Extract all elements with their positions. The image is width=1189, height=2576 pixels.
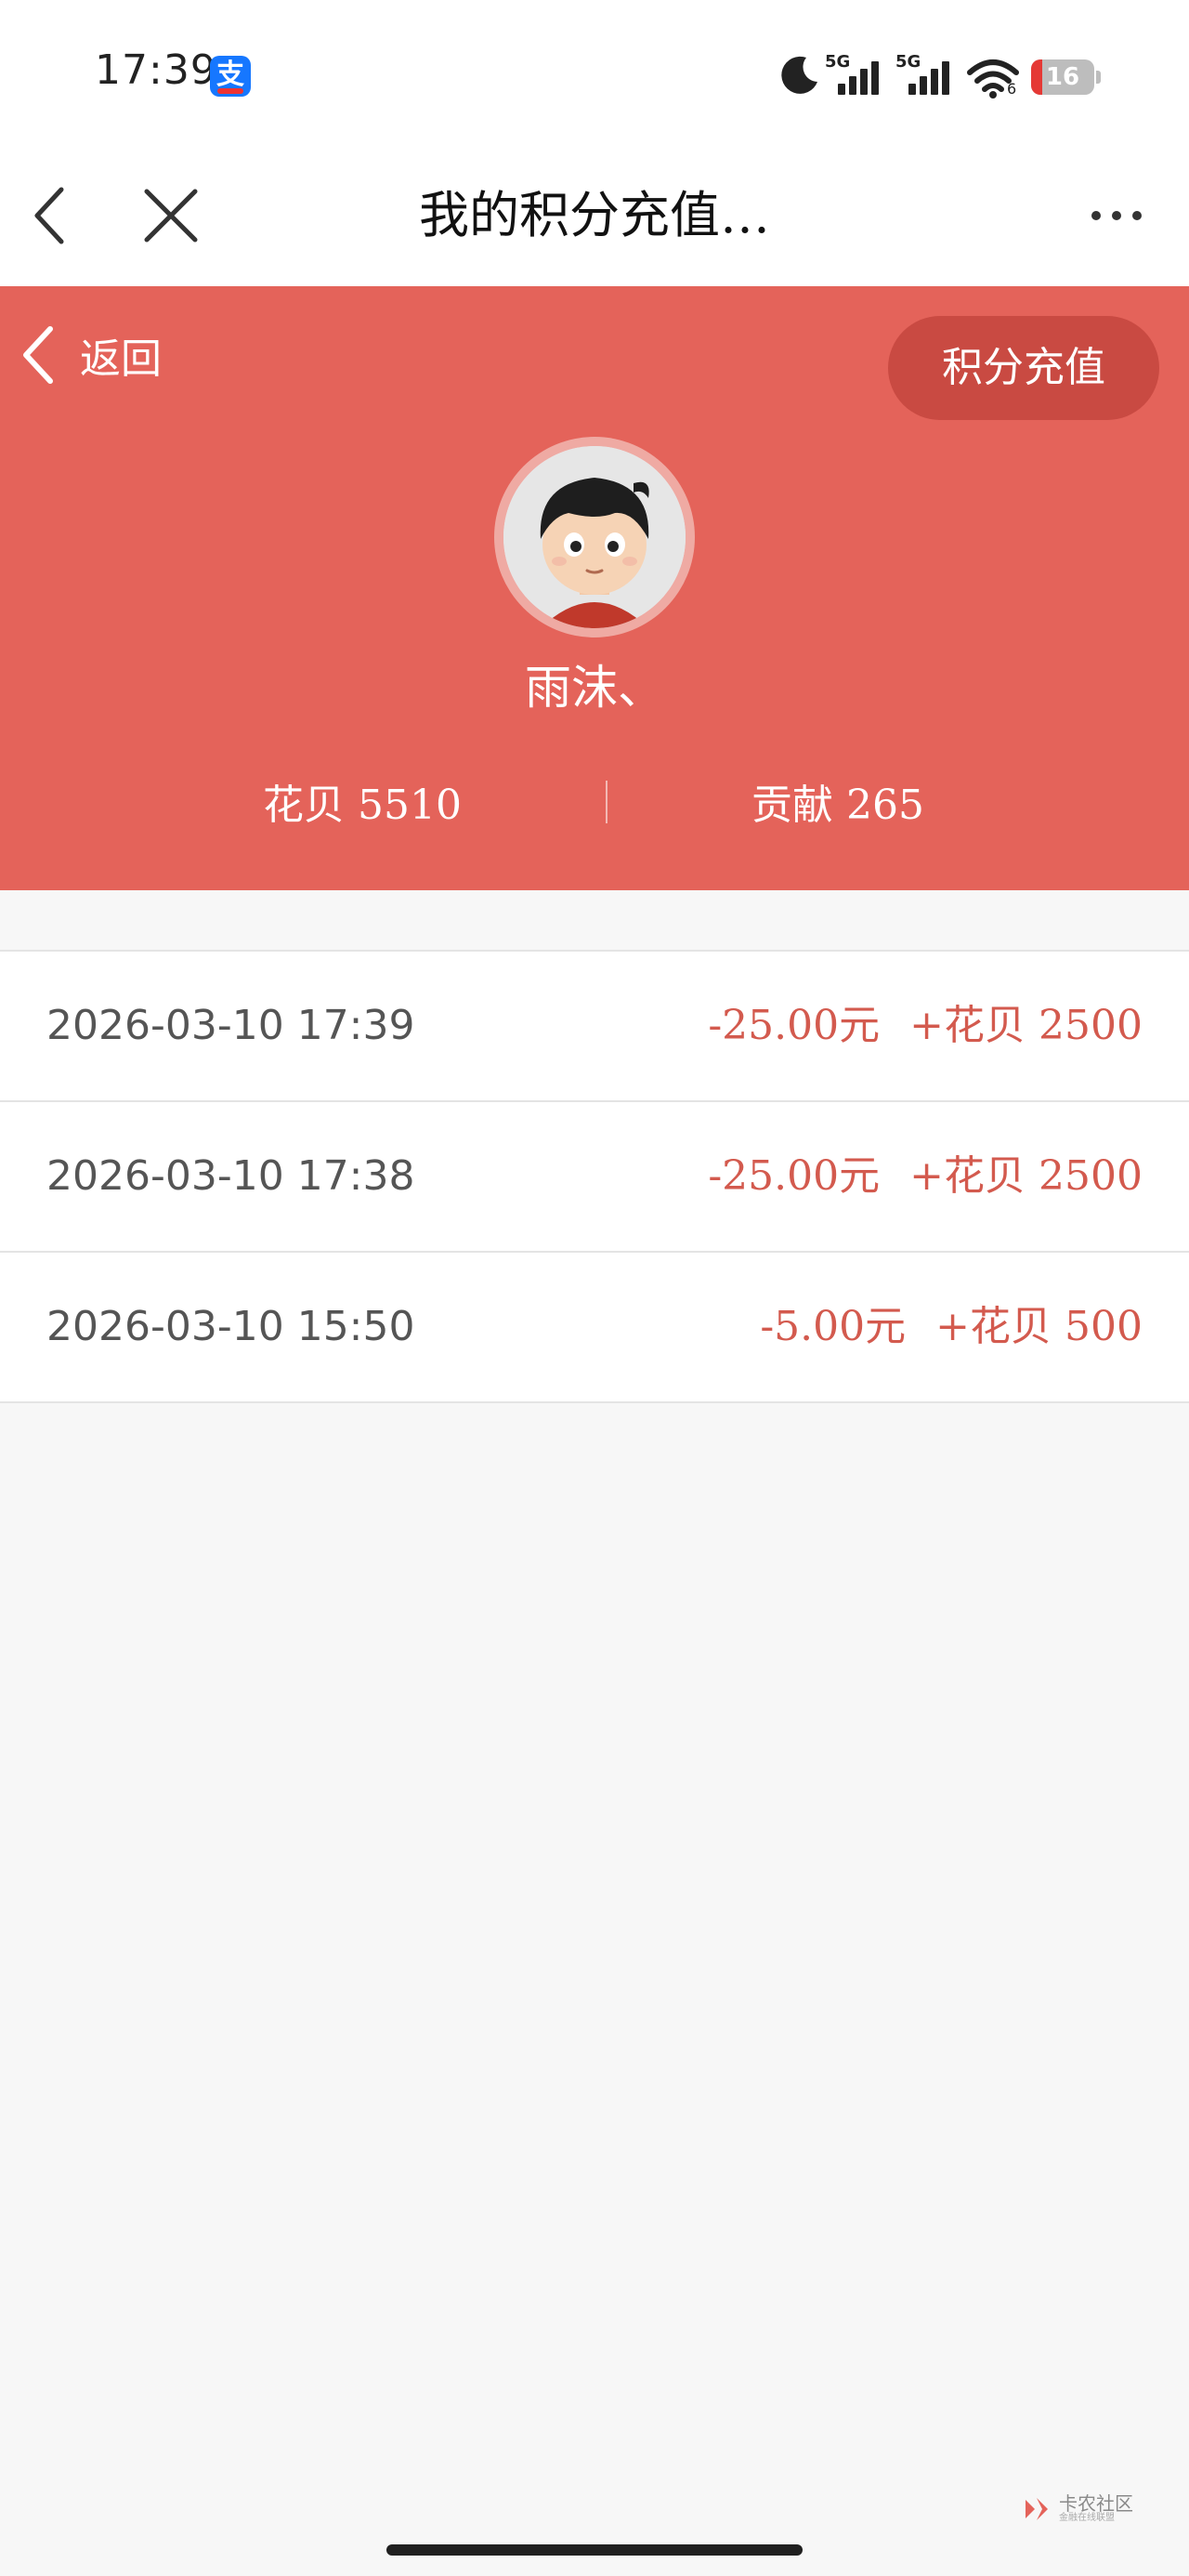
kanong-logo-icon bbox=[1026, 2498, 1048, 2520]
record-money: -5.00元 bbox=[760, 1303, 907, 1350]
recharge-record-list: 2026-03-10 17:39 -25.00元 +花贝 2500 2026-03… bbox=[0, 950, 1189, 1403]
record-datetime: 2026-03-10 15:50 bbox=[46, 1303, 415, 1350]
record-amount: -25.00元 +花贝 2500 bbox=[708, 1102, 1143, 1251]
cartoon-boy-avatar-icon bbox=[503, 446, 686, 628]
list-item[interactable]: 2026-03-10 17:39 -25.00元 +花贝 2500 bbox=[0, 952, 1189, 1102]
record-datetime: 2026-03-10 17:39 bbox=[46, 1002, 415, 1049]
cellular-signal-2-icon: 5G bbox=[895, 52, 949, 99]
list-item[interactable]: 2026-03-10 17:38 -25.00元 +花贝 2500 bbox=[0, 1102, 1189, 1253]
back-label: 返回 bbox=[80, 335, 162, 383]
nav-back-icon[interactable] bbox=[20, 182, 76, 249]
status-time: 17:39 bbox=[95, 46, 217, 94]
record-points: +花贝 2500 bbox=[909, 1152, 1143, 1200]
battery-level: 16 bbox=[1045, 63, 1080, 91]
record-money: -25.00元 bbox=[708, 1152, 881, 1200]
record-money: -25.00元 bbox=[708, 1002, 881, 1049]
stats-divider bbox=[606, 781, 608, 823]
wifi-level: 6 bbox=[1007, 80, 1017, 98]
battery-icon: 16 bbox=[1031, 59, 1094, 95]
list-item[interactable]: 2026-03-10 15:50 -5.00元 +花贝 500 bbox=[0, 1253, 1189, 1403]
battery-cap bbox=[1096, 71, 1101, 84]
back-chevron-icon bbox=[23, 326, 53, 384]
network-type-label: 5G bbox=[895, 52, 921, 72]
do-not-disturb-moon-icon bbox=[781, 56, 817, 94]
watermark: 卡农社区 金融在线联盟 bbox=[1022, 2494, 1133, 2524]
username: 雨沫、 bbox=[525, 661, 664, 715]
network-type-label: 5G bbox=[825, 52, 851, 72]
avatar[interactable] bbox=[494, 437, 695, 637]
watermark-name: 卡农社区 bbox=[1059, 2492, 1133, 2515]
record-points: +花贝 2500 bbox=[909, 1002, 1143, 1049]
record-amount: -5.00元 +花贝 500 bbox=[760, 1253, 1143, 1401]
points-recharge-button[interactable]: 积分充值 bbox=[888, 316, 1159, 420]
home-indicator[interactable] bbox=[386, 2544, 803, 2556]
huabei-balance: 花贝 5510 bbox=[263, 782, 462, 829]
record-points: +花贝 500 bbox=[935, 1303, 1143, 1350]
page-title: 我的积分充值… bbox=[419, 186, 770, 244]
record-amount: -25.00元 +花贝 2500 bbox=[708, 952, 1143, 1100]
nav-close-icon[interactable] bbox=[137, 182, 204, 249]
cellular-signal-1-icon: 5G bbox=[825, 52, 879, 99]
alipay-app-icon: 支 bbox=[210, 56, 251, 97]
back-link[interactable]: 返回 bbox=[19, 322, 162, 388]
record-datetime: 2026-03-10 17:38 bbox=[46, 1152, 415, 1200]
contribution-points: 贡献 265 bbox=[751, 782, 924, 829]
more-options-icon[interactable] bbox=[1087, 195, 1146, 236]
